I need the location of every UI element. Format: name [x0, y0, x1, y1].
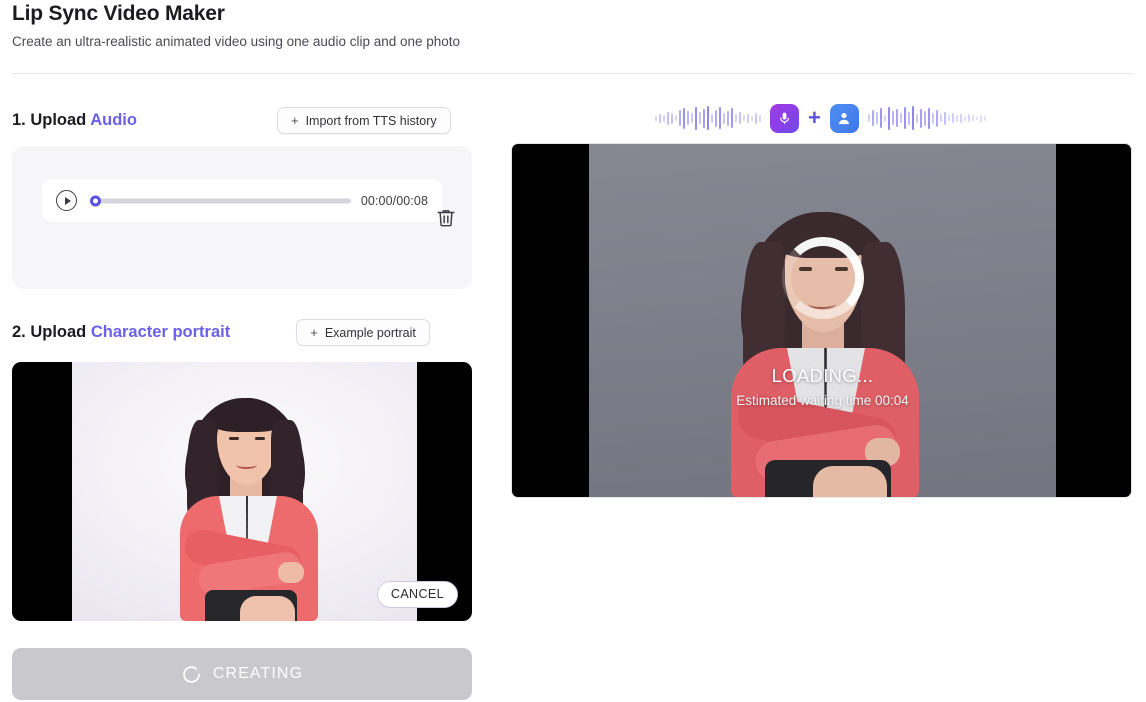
section-audio-title-prefix: 1. Upload — [12, 111, 91, 129]
header-divider — [12, 73, 1134, 74]
creating-button[interactable]: CREATING — [12, 648, 472, 700]
section-audio-title-accent: Audio — [90, 111, 137, 129]
plus-icon: + — [310, 325, 318, 340]
page-subtitle: Create an ultra-realistic animated video… — [12, 34, 461, 49]
import-from-tts-history-button[interactable]: + Import from TTS history — [276, 107, 451, 134]
example-portrait-button[interactable]: + Example portrait — [296, 319, 430, 346]
waveform-icon — [867, 105, 986, 131]
page-title: Lip Sync Video Maker — [12, 2, 225, 25]
waveform-icon — [655, 105, 761, 131]
lip-sync-video-maker-page: Lip Sync Video Maker Create an ultra-rea… — [0, 0, 1146, 702]
portrait-eye-right — [255, 437, 265, 440]
play-icon[interactable] — [56, 190, 77, 211]
section-portrait-title: 2. Upload Character portrait — [12, 323, 230, 342]
section-audio-title: 1. Upload Audio — [12, 111, 137, 130]
loading-subtitle: Estimated waiting time 00:04 — [736, 392, 909, 408]
plus-icon: + — [808, 105, 821, 130]
video-preview-frame: LOADING... Estimated waiting time 00:04 — [589, 144, 1056, 497]
trash-icon-svg — [437, 210, 455, 227]
example-portrait-label: Example portrait — [324, 325, 416, 340]
loading-spinner-icon — [781, 237, 864, 320]
section-portrait-title-accent: Character portrait — [90, 323, 231, 341]
character-portrait-thumbnail[interactable]: CANCEL — [12, 362, 472, 621]
plus-icon: + — [290, 113, 299, 128]
portrait-hand — [278, 562, 304, 583]
spinner-icon-svg — [183, 665, 200, 683]
loading-title: LOADING... — [771, 364, 874, 386]
spinner-icon — [181, 664, 202, 685]
cancel-button[interactable]: CANCEL — [376, 581, 458, 608]
person-icon — [829, 103, 859, 133]
audio-player: 00:00/00:08 — [42, 179, 442, 222]
section-portrait-title-prefix: 2. Upload — [12, 323, 91, 341]
portrait-eye-left — [229, 437, 239, 440]
person-icon-svg — [839, 112, 850, 124]
seek-track — [92, 198, 351, 203]
audio-time-display: 00:00/00:08 — [360, 193, 428, 208]
microphone-icon — [770, 103, 799, 133]
section-portrait-header: 2. Upload Character portrait + Example p… — [12, 319, 430, 346]
audio-seek-slider[interactable] — [90, 192, 351, 210]
seek-thumb[interactable] — [90, 195, 101, 206]
import-from-tts-history-label: Import from TTS history — [305, 113, 437, 128]
portrait-smile — [236, 461, 257, 469]
microphone-icon-svg — [780, 112, 789, 124]
section-audio-header: 1. Upload Audio + Import from TTS histor… — [12, 107, 451, 134]
play-triangle — [64, 196, 71, 205]
preview-icon-strip: + — [655, 100, 1003, 136]
preview-knee — [813, 466, 887, 497]
trash-icon[interactable] — [435, 206, 457, 230]
audio-upload-card: 00:00/00:08 — [12, 146, 472, 289]
portrait-image — [72, 362, 417, 621]
portrait-knee — [240, 596, 295, 621]
creating-button-label: CREATING — [212, 665, 304, 682]
video-preview-panel[interactable]: LOADING... Estimated waiting time 00:04 — [511, 143, 1132, 498]
